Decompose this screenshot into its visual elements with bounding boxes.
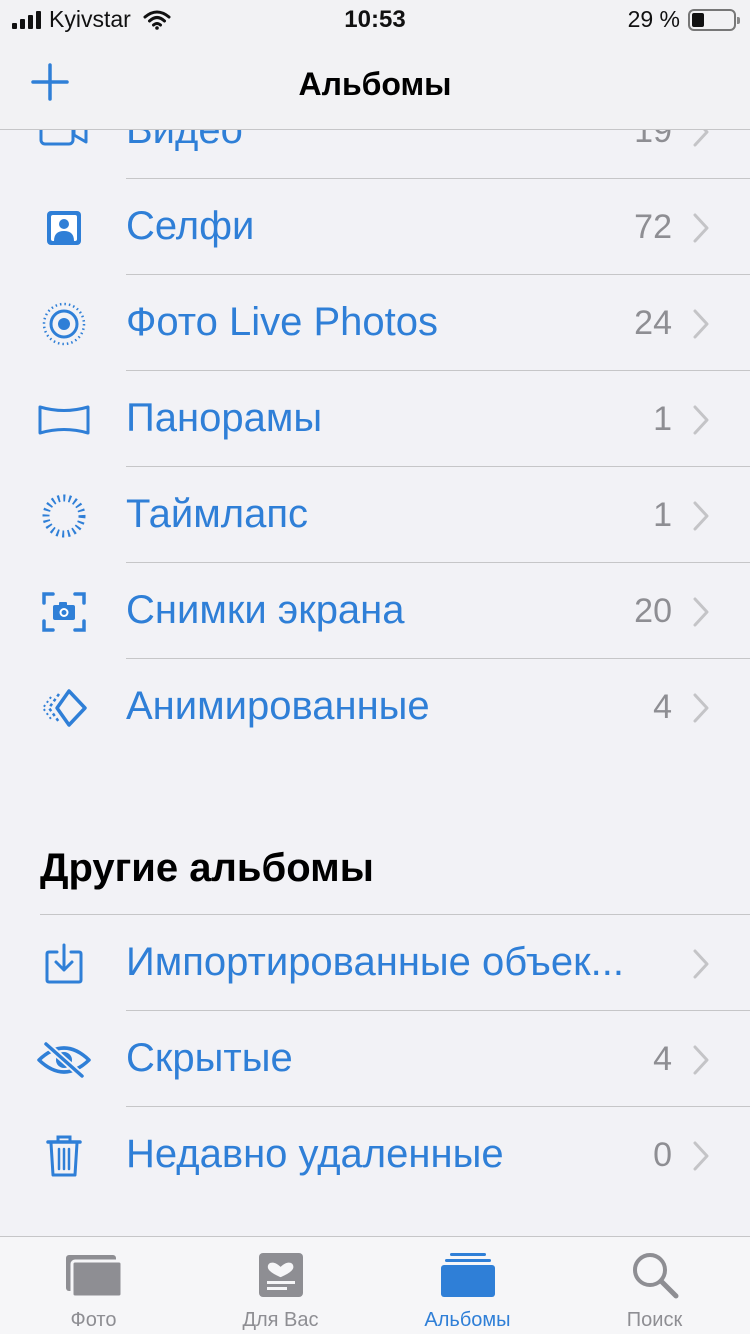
tab-label: Фото [70,1309,117,1331]
for-you-tab-icon [187,1247,374,1303]
tab-label: Поиск [626,1309,683,1331]
row-separator [126,178,750,179]
hidden-icon [36,1036,92,1084]
row-separator [126,274,750,275]
album-label: Анимированные [126,684,430,728]
status-bar: Kyivstar 10:53 29 % [0,0,750,40]
screenshot-icon [36,588,92,636]
battery-fill [692,12,704,27]
album-row-screenshots[interactable]: Снимки экрана 20 [0,564,750,660]
section-separator [40,914,750,915]
album-row-timelapse[interactable]: Таймлапс 1 [0,468,750,564]
chevron-right-icon [693,693,709,723]
chevron-right-icon [693,309,709,339]
album-count: 20 [634,592,672,630]
battery-percent: 29 % [627,6,680,32]
chevron-right-icon [693,597,709,627]
animated-icon [36,684,92,732]
search-tab-icon [561,1247,748,1303]
tab-for-you[interactable]: Для Вас [187,1237,374,1334]
row-separator [126,1106,750,1107]
tab-search[interactable]: Поиск [561,1237,748,1334]
tab-label: Альбомы [424,1309,511,1331]
albums-tab-icon [374,1247,561,1303]
battery-icon [688,8,740,31]
chevron-right-icon [693,1045,709,1075]
row-separator [126,466,750,467]
chevron-right-icon [693,501,709,531]
chevron-right-icon [693,213,709,243]
chevron-right-icon [693,405,709,435]
row-separator [126,562,750,563]
trash-icon [36,1132,92,1180]
album-row-recently-deleted[interactable]: Недавно удаленные 0 [0,1108,750,1204]
live-photo-icon [36,300,92,348]
timelapse-icon [36,492,92,540]
tab-albums[interactable]: Альбомы [374,1237,561,1334]
album-label: Селфи [126,204,255,248]
album-count: 0 [653,1136,672,1174]
album-count: 72 [634,208,672,246]
album-count: 1 [653,496,672,534]
album-label: Импортированные объек... [126,940,624,984]
album-count: 4 [653,688,672,726]
album-row-panorama[interactable]: Панорамы 1 [0,372,750,468]
nav-bar: Альбомы [0,40,750,130]
selfie-icon [36,204,92,252]
album-count: 24 [634,304,672,342]
album-label: Недавно удаленные [126,1132,504,1176]
album-count: 1 [653,400,672,438]
album-row-hidden[interactable]: Скрытые 4 [0,1012,750,1108]
panorama-icon [36,396,92,444]
import-icon [36,940,92,988]
tab-bar: Фото Для Вас Альбомы Поиск [0,1236,750,1334]
album-count: 4 [653,1040,672,1078]
tab-photos[interactable]: Фото [0,1237,187,1334]
chevron-right-icon [693,1141,709,1171]
tab-label: Для Вас [242,1309,319,1331]
row-separator [126,1010,750,1011]
album-label: Панорамы [126,396,323,440]
album-row-animated[interactable]: Анимированные 4 [0,660,750,756]
chevron-right-icon [693,949,709,979]
albums-list[interactable]: Видео 19 Селфи 72 Фото Live Photos 24 Па… [0,40,750,1236]
album-row-selfie[interactable]: Селфи 72 [0,180,750,276]
row-separator [126,370,750,371]
album-label: Фото Live Photos [126,300,439,344]
battery-tip [737,16,740,24]
section-title-other-albums: Другие альбомы [40,846,374,890]
album-label: Скрытые [126,1036,293,1080]
album-row-imported[interactable]: Импортированные объек... [0,916,750,1012]
row-separator [126,658,750,659]
plus-icon[interactable] [30,62,70,102]
album-label: Таймлапс [126,492,308,536]
album-row-live-photos[interactable]: Фото Live Photos 24 [0,276,750,372]
status-right: 29 % [627,6,740,33]
photos-tab-icon [0,1247,187,1303]
album-label: Снимки экрана [126,588,405,632]
page-title: Альбомы [298,66,452,102]
